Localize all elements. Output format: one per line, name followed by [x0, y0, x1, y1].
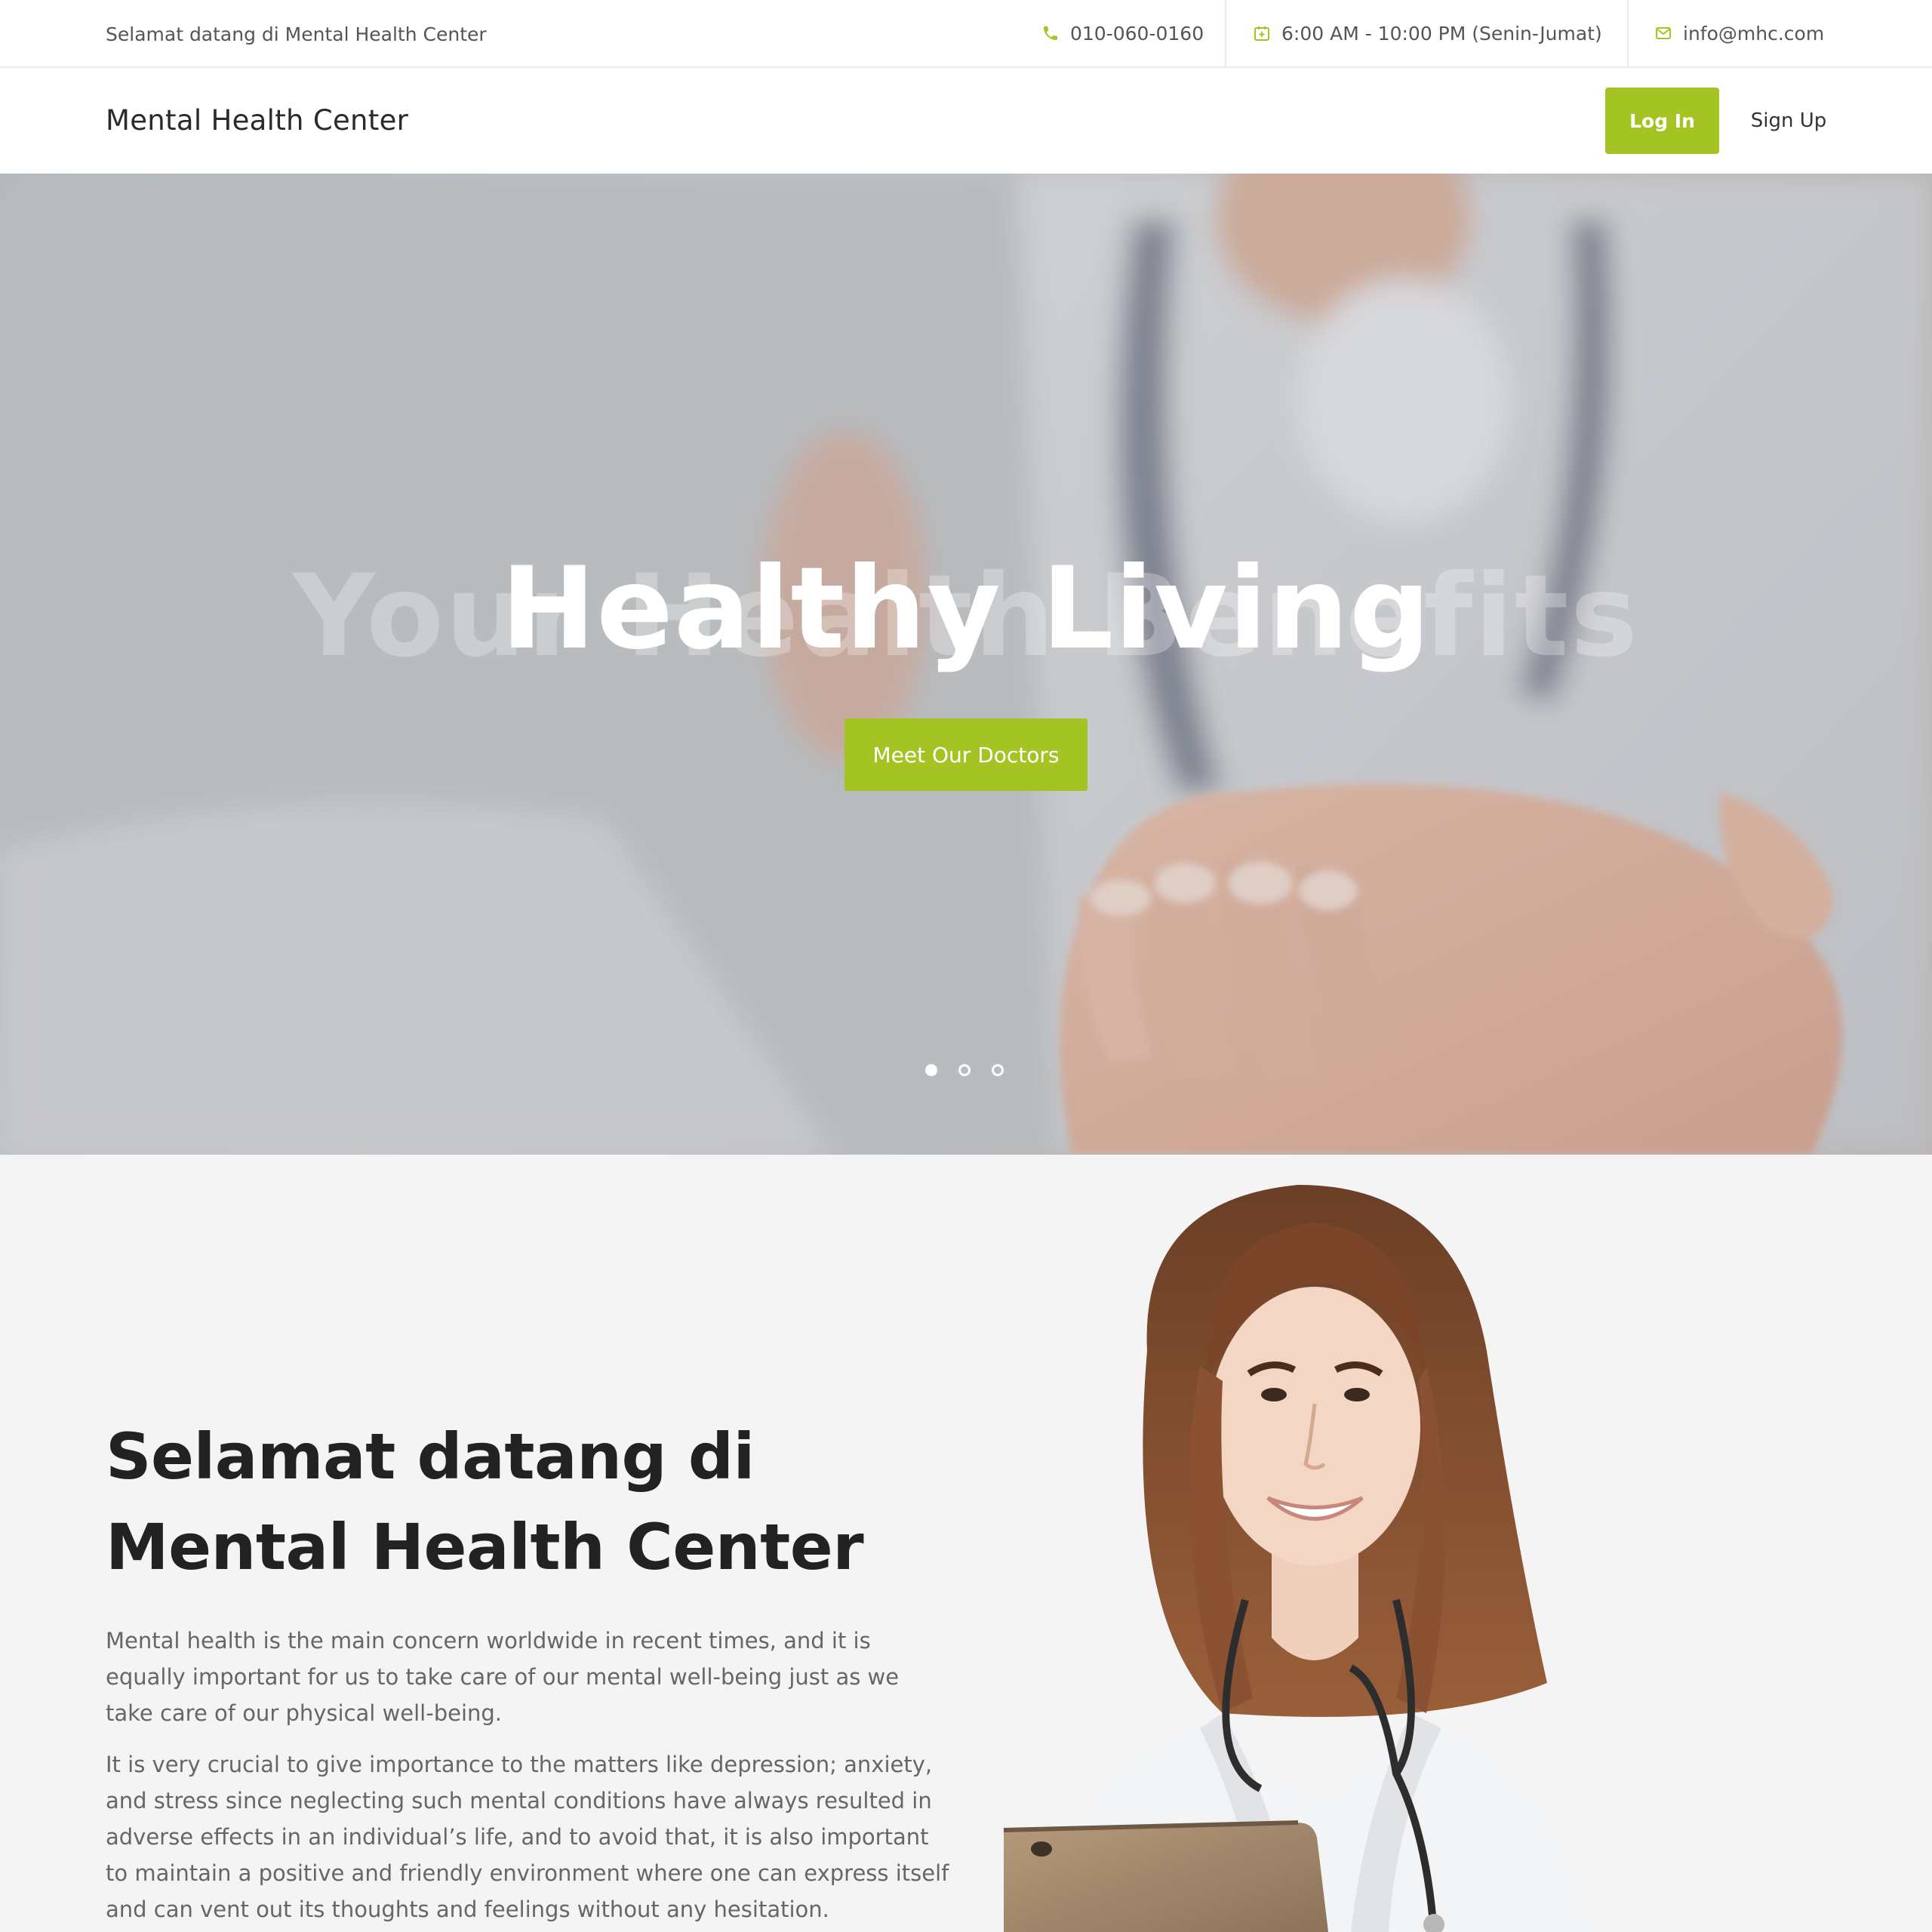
top-info-bar: Selamat datang di Mental Health Center 0… [0, 0, 1932, 68]
contact-phone[interactable]: 010-060-0160 [1041, 0, 1204, 66]
hero-slider: Your Health Benefits Healthy Living Meet… [0, 174, 1932, 1155]
calendar-icon [1253, 24, 1271, 42]
welcome-section: Selamat datang di Mental Health Center M… [0, 1155, 1932, 1932]
slide-dot-1[interactable] [925, 1064, 937, 1076]
welcome-paragraph-1: Mental health is the main concern worldw… [106, 1628, 900, 1726]
opening-hours: 6:00 AM - 10:00 PM (Senin-Jumat) [1253, 0, 1602, 66]
welcome-paragraph-2: It is very crucial to give importance to… [106, 1752, 949, 1922]
envelope-icon [1654, 24, 1672, 42]
meet-doctors-button[interactable]: Meet Our Doctors [844, 718, 1088, 791]
divider [1627, 0, 1629, 66]
contact-email[interactable]: info@mhc.com [1654, 0, 1824, 66]
welcome-message: Selamat datang di Mental Health Center [106, 23, 487, 45]
divider [1225, 0, 1226, 66]
doctor-image [1003, 1185, 1600, 1932]
welcome-heading: Selamat datang di Mental Health Center [106, 1420, 864, 1584]
email-address: info@mhc.com [1683, 22, 1825, 45]
slide-dot-3[interactable] [992, 1064, 1004, 1076]
signup-button[interactable]: Sign Up [1736, 88, 1841, 154]
slide-dot-2[interactable] [958, 1064, 971, 1076]
brand-logo[interactable]: Mental Health Center [106, 68, 408, 174]
hero-title: Healthy Living [500, 543, 1432, 675]
phone-icon [1041, 24, 1060, 42]
slider-pagination [925, 1064, 1004, 1076]
login-button[interactable]: Log In [1605, 88, 1719, 154]
phone-number: 010-060-0160 [1070, 22, 1204, 45]
hours-text: 6:00 AM - 10:00 PM (Senin-Jumat) [1281, 22, 1602, 45]
main-navbar: Mental Health Center Log In Sign Up [0, 68, 1932, 174]
